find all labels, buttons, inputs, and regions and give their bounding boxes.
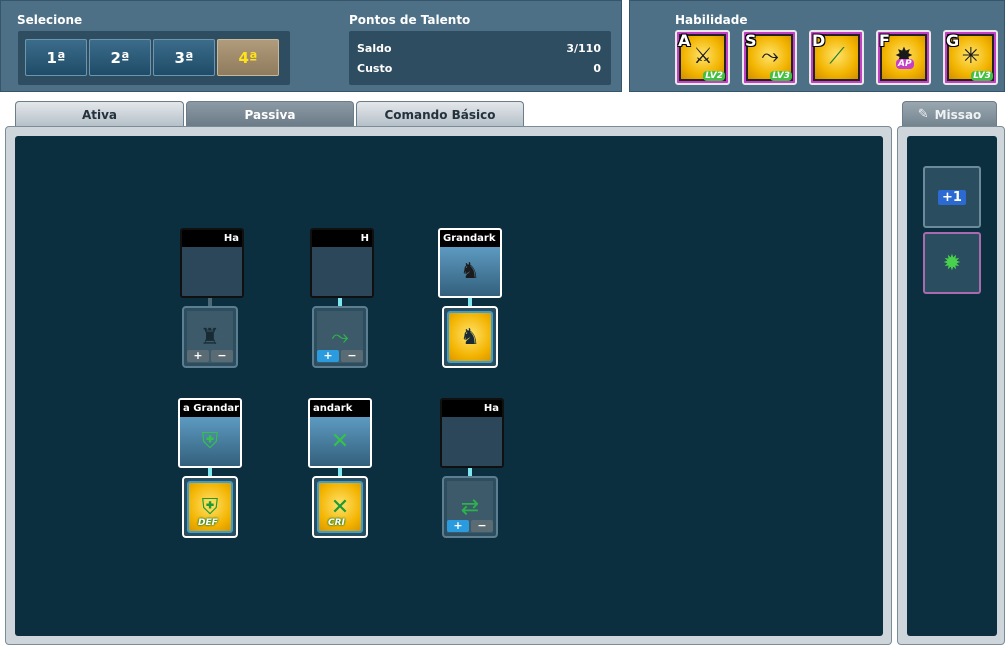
missao-label: Missao xyxy=(934,107,982,122)
talent-node[interactable]: Ha xyxy=(440,398,504,468)
talent-tree-area: Ha ♜ + − H ⤳ + − Grandark ♞ ♞ a Grandar … xyxy=(15,136,883,636)
selecione-title: Selecione xyxy=(17,13,83,27)
select-option-3[interactable]: 3ª xyxy=(153,39,215,76)
grandark-skill-icon: ♞ xyxy=(447,311,493,363)
skill-slot-s[interactable]: ⤳ S LV3 xyxy=(742,30,797,85)
talent-node[interactable]: a Grandar ⛨ xyxy=(178,398,242,468)
skill-level: LV3 xyxy=(971,71,993,81)
talent-slot[interactable]: ♞ xyxy=(442,306,498,368)
talent-name: Ha xyxy=(442,400,502,417)
tab-passiva[interactable]: Passiva xyxy=(186,101,354,127)
skill-level: LV2 xyxy=(703,71,725,81)
side-item-orb[interactable]: ✹ xyxy=(923,232,981,294)
select-option-1[interactable]: 1ª xyxy=(25,39,87,76)
top-right-panel: Habilidade ⚔ A LV2 ⤳ S LV3 ⟋ D ✸ F AP ✳ … xyxy=(629,0,1005,92)
skill-level: AP xyxy=(896,59,914,69)
add-point-button[interactable]: + xyxy=(187,350,209,362)
side-area: +1 ✹ xyxy=(907,136,997,636)
top-left-panel: Selecione 1ª 2ª 3ª 4ª Pontos de Talento … xyxy=(0,0,622,92)
talent-name: a Grandar xyxy=(180,400,240,417)
point-controls: + − xyxy=(187,350,233,362)
skill-level: LV3 xyxy=(770,71,792,81)
tab-ativa[interactable]: Ativa xyxy=(15,101,184,127)
remove-point-button[interactable]: − xyxy=(211,350,233,362)
point-controls: + − xyxy=(317,350,363,362)
remove-point-button[interactable]: − xyxy=(471,520,493,532)
talent-pic xyxy=(312,247,372,296)
green-orb-icon: ✹ xyxy=(942,250,962,276)
talent-pic xyxy=(442,417,502,466)
slash-dash-icon: ⤳ xyxy=(761,44,779,69)
talent-slot[interactable]: ♜ + − xyxy=(182,306,238,368)
saldo-row: Saldo 3/110 xyxy=(357,42,601,56)
add-point-button[interactable]: + xyxy=(447,520,469,532)
side-item-plus-one[interactable]: +1 xyxy=(923,166,981,228)
talent-points-box: Saldo 3/110 Custo 0 xyxy=(349,31,611,85)
def-shield-icon: ⛨ xyxy=(180,417,240,466)
talent-slot[interactable]: ⛨ DEF xyxy=(182,476,238,538)
scroll-icon: ✎ xyxy=(917,107,929,122)
talent-name: H xyxy=(312,230,372,247)
skill-key: S xyxy=(745,31,757,50)
custo-value: 0 xyxy=(593,62,601,75)
talent-name: Ha xyxy=(182,230,242,247)
skill-slot-d[interactable]: ⟋ D xyxy=(809,30,864,85)
add-point-button[interactable]: + xyxy=(317,350,339,362)
tab-comando-basico[interactable]: Comando Básico xyxy=(356,101,524,127)
skill-key: G xyxy=(946,31,960,50)
talent-pic xyxy=(182,247,242,296)
talent-node[interactable]: Grandark ♞ xyxy=(438,228,502,298)
talent-node[interactable]: Ha xyxy=(180,228,244,298)
custo-row: Custo 0 xyxy=(357,62,601,76)
cri-arrow-icon: ✕ xyxy=(310,417,370,466)
skill-key: D xyxy=(812,31,826,50)
green-sword-icon: ⟋ xyxy=(829,44,845,69)
talent-slot[interactable]: ⇄ + − xyxy=(442,476,498,538)
skill-slot-g[interactable]: ✳ G LV3 xyxy=(943,30,998,85)
select-option-4[interactable]: 4ª xyxy=(217,39,279,76)
remove-point-button[interactable]: − xyxy=(341,350,363,362)
skill-slot-a[interactable]: ⚔ A LV2 xyxy=(675,30,730,85)
talent-node[interactable]: andark ✕ xyxy=(308,398,372,468)
skill-key: A xyxy=(678,31,691,50)
talent-name: Grandark xyxy=(440,230,500,247)
talent-tree-frame: Ha ♜ + − H ⤳ + − Grandark ♞ ♞ a Grandar … xyxy=(5,126,892,645)
skill-slot-f[interactable]: ✸ F AP xyxy=(876,30,931,85)
plus-one-icon: +1 xyxy=(938,189,966,205)
talent-slot[interactable]: ✕ CRI xyxy=(312,476,368,538)
saldo-label: Saldo xyxy=(357,42,392,55)
talent-name: andark xyxy=(310,400,370,417)
talent-node[interactable]: H xyxy=(310,228,374,298)
side-frame: +1 ✹ xyxy=(897,126,1005,645)
skill-key: F xyxy=(879,31,890,50)
custo-label: Custo xyxy=(357,62,393,75)
talent-slot[interactable]: ⤳ + − xyxy=(312,306,368,368)
talent-title: Pontos de Talento xyxy=(349,13,471,27)
dual-blade-icon: ⚔ xyxy=(693,44,713,69)
tab-missao[interactable]: ✎ Missao xyxy=(902,101,997,127)
saldo-value: 3/110 xyxy=(566,42,601,55)
point-controls: + − xyxy=(447,520,493,532)
def-badge: DEF xyxy=(198,518,218,528)
cri-badge: CRI xyxy=(328,518,345,528)
select-option-2[interactable]: 2ª xyxy=(89,39,151,76)
ground-spike-icon: ✳ xyxy=(961,44,981,69)
selection-group: 1ª 2ª 3ª 4ª xyxy=(18,31,290,85)
grandark-icon: ♞ xyxy=(440,247,500,296)
habilidade-title: Habilidade xyxy=(675,13,748,27)
